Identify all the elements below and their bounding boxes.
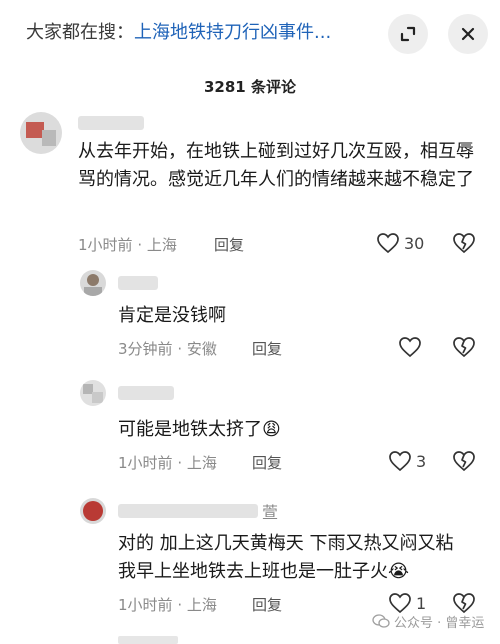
comment-meta: 1小时前 · 上海 [78,234,177,255]
meta-separator: · [177,596,183,614]
username-blurred[interactable] [78,116,144,130]
reply-time: 3分钟前 [118,340,173,358]
like-button[interactable]: 1 [388,592,426,614]
username-blurred[interactable] [118,276,158,290]
expand-button[interactable] [388,14,428,54]
heart-outline-icon [377,233,399,254]
comment-time: 1小时前 [78,236,133,254]
meta-separator: · [177,454,183,472]
crying-face-icon: 😭 [388,561,410,582]
heart-outline-icon [389,451,411,472]
heart-outline-icon [399,337,421,358]
close-icon [461,27,475,41]
username-visible-char: 萱 [262,503,279,522]
search-prefix-label: 大家都在搜： [26,22,134,43]
comment-location: 上海 [146,236,177,254]
reply-text: 肯定是没钱啊 [118,305,226,326]
reply-button[interactable]: 回复 [252,338,282,359]
search-suggestion[interactable]: 大家都在搜：上海地铁持刀行凶事件... [26,20,376,46]
meta-separator: · [177,340,183,358]
reply-text-content: 可能是地铁太挤了 [118,419,262,440]
meta-separator: · [137,236,143,254]
reply-location: 上海 [186,596,217,614]
reply-button[interactable]: 回复 [214,234,244,255]
broken-heart-icon [453,451,475,472]
like-count: 30 [404,233,425,253]
dislike-button[interactable] [452,232,476,258]
like-count: 1 [416,593,427,613]
broken-heart-icon [453,337,475,358]
like-count: 3 [416,451,427,471]
reply-time: 1小时前 [118,596,173,614]
avatar[interactable] [80,498,106,524]
reply-button[interactable]: 回复 [252,452,282,473]
broken-heart-icon [453,593,475,614]
avatar[interactable] [20,112,62,154]
watermark-text: 公众号 · 曾幸运 [394,616,485,631]
reply-time: 1小时前 [118,454,173,472]
top-search-bar: 大家都在搜：上海地铁持刀行凶事件... [0,0,500,66]
reply-text: 对的 加上这几天黄梅天 下雨又热又闷又粘 我早上坐地铁去上班也是一肚子火😭 [118,530,468,586]
comment-count-title: 3281 条评论 [204,78,296,96]
username-blurred[interactable] [118,504,258,518]
dislike-button[interactable] [452,336,476,362]
like-button[interactable]: 3 [388,450,426,472]
comment-text: 从去年开始，在地铁上碰到过好几次互殴，相互辱骂的情况。感觉近几年人们的情绪越来越… [78,141,474,190]
like-button[interactable] [398,336,426,358]
avatar[interactable] [80,270,106,296]
reply-meta: 1小时前 · 上海 [118,594,217,615]
like-button[interactable]: 30 [376,232,424,254]
reply-meta: 1小时前 · 上海 [118,452,217,473]
username-blurred[interactable] [118,386,174,400]
watermark: 公众号 · 曾幸运 [372,612,484,631]
reply-location: 安徽 [186,340,217,358]
close-button[interactable] [448,14,488,54]
cut-off-more-replies [118,636,178,644]
search-query-link[interactable]: 上海地铁持刀行凶事件... [134,22,331,43]
heart-outline-icon [389,593,411,614]
reply-button[interactable]: 回复 [252,594,282,615]
dislike-button[interactable] [452,450,476,476]
reply-location: 上海 [186,454,217,472]
reply-text: 可能是地铁太挤了😩 [118,416,458,444]
wechat-icon [372,614,390,628]
reply-meta: 3分钟前 · 安徽 [118,338,217,359]
expand-icon [400,26,416,42]
broken-heart-icon [453,233,475,254]
weary-face-icon: 😩 [262,419,281,440]
avatar[interactable] [80,380,106,406]
